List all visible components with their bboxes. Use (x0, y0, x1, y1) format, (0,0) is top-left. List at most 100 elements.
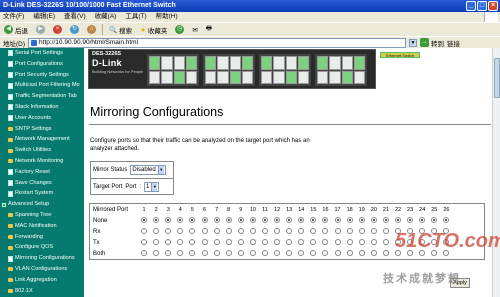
sidebar-item[interactable]: Link Aggregation (0, 275, 84, 286)
mirror-mode-radio[interactable] (249, 238, 256, 245)
mirror-mode-radio[interactable] (189, 227, 196, 234)
menu-edit[interactable]: 编辑(E) (33, 12, 55, 22)
mirror-mode-radio[interactable] (443, 227, 450, 234)
mirror-mode-radio[interactable] (382, 216, 389, 223)
mirror-mode-radio[interactable] (153, 238, 160, 245)
target-port-select[interactable]: 1 ▼ (144, 181, 160, 192)
mirror-mode-radio[interactable] (237, 227, 244, 234)
mirror-mode-radio[interactable] (395, 216, 402, 223)
mirror-mode-radio[interactable] (407, 249, 414, 256)
sidebar-item[interactable]: − Advanced Setup (0, 199, 84, 210)
mirror-mode-radio[interactable] (298, 216, 305, 223)
mirror-mode-radio[interactable] (189, 238, 196, 245)
mirror-mode-radio[interactable] (225, 227, 232, 234)
home-button[interactable]: ⌂ (85, 24, 98, 36)
sidebar-item[interactable]: Switch Utilities (0, 145, 84, 156)
sidebar-item[interactable]: Port Configurations (0, 59, 84, 70)
sidebar-item[interactable]: 802.1X (0, 286, 84, 297)
mirror-mode-radio[interactable] (419, 238, 426, 245)
mirror-mode-radio[interactable] (358, 238, 365, 245)
mirror-mode-radio[interactable] (395, 227, 402, 234)
mirror-mode-radio[interactable] (286, 249, 293, 256)
mirror-mode-radio[interactable] (225, 238, 232, 245)
mirror-mode-radio[interactable] (431, 216, 438, 223)
menu-favorites[interactable]: 收藏(A) (95, 12, 117, 22)
mirror-mode-radio[interactable] (201, 216, 208, 223)
menu-view[interactable]: 查看(V) (64, 12, 86, 22)
sidebar-item[interactable]: Restart System (0, 188, 84, 199)
mirror-mode-radio[interactable] (395, 238, 402, 245)
mirror-mode-radio[interactable] (165, 216, 172, 223)
mirror-mode-radio[interactable] (213, 227, 220, 234)
mirror-mode-radio[interactable] (419, 227, 426, 234)
address-input[interactable]: http://10.90.90.90/html/Smain.html (28, 37, 407, 48)
mirror-mode-radio[interactable] (322, 249, 329, 256)
menu-help[interactable]: 帮助(H) (156, 12, 178, 22)
mirror-mode-radio[interactable] (382, 227, 389, 234)
sidebar-item[interactable]: User Accounts (0, 113, 84, 124)
sidebar-item[interactable]: Multicast Port Filtering Mo (0, 80, 84, 91)
close-button[interactable]: × (488, 1, 498, 11)
mirror-mode-radio[interactable] (274, 216, 281, 223)
mirror-mode-radio[interactable] (177, 216, 184, 223)
history-button[interactable]: ◷ (173, 24, 186, 36)
mirror-mode-radio[interactable] (177, 227, 184, 234)
mirror-mode-radio[interactable] (407, 216, 414, 223)
go-button[interactable]: → 转到 (420, 38, 444, 48)
mirror-mode-radio[interactable] (141, 227, 148, 234)
mirror-mode-radio[interactable] (370, 249, 377, 256)
mirror-mode-radio[interactable] (443, 238, 450, 245)
mirror-mode-radio[interactable] (153, 216, 160, 223)
mirror-mode-radio[interactable] (141, 238, 148, 245)
sidebar-item[interactable]: Traffic Segmentation Tab (0, 91, 84, 102)
mirror-mode-radio[interactable] (382, 238, 389, 245)
mirror-mode-radio[interactable] (213, 216, 220, 223)
mirror-mode-radio[interactable] (274, 227, 281, 234)
mirror-mode-radio[interactable] (237, 216, 244, 223)
search-button[interactable]: 🔍 搜索 (107, 24, 134, 36)
mirror-mode-radio[interactable] (346, 227, 353, 234)
back-button[interactable]: ◀ 后退 (2, 24, 30, 36)
sidebar-item[interactable]: Mirroring Configurations (0, 253, 84, 264)
mirror-mode-radio[interactable] (443, 216, 450, 223)
mirror-mode-radio[interactable] (261, 249, 268, 256)
mirror-mode-radio[interactable] (419, 249, 426, 256)
mirror-mode-radio[interactable] (322, 216, 329, 223)
sidebar-item[interactable]: VLAN Configurations (0, 264, 84, 275)
mirror-mode-radio[interactable] (165, 249, 172, 256)
sidebar-item[interactable]: SNTP Settings (0, 124, 84, 135)
mirror-mode-radio[interactable] (298, 238, 305, 245)
mirror-mode-radio[interactable] (153, 227, 160, 234)
minimize-button[interactable]: _ (466, 1, 476, 11)
mirror-mode-radio[interactable] (298, 227, 305, 234)
mirror-mode-radio[interactable] (201, 227, 208, 234)
mirror-mode-radio[interactable] (334, 238, 341, 245)
favorites-button[interactable]: ★ 收藏夹 (138, 24, 169, 36)
mirror-mode-radio[interactable] (382, 249, 389, 256)
mirror-mode-radio[interactable] (358, 227, 365, 234)
mirror-mode-radio[interactable] (177, 238, 184, 245)
address-dropdown-icon[interactable]: ▼ (409, 38, 418, 47)
mirror-mode-radio[interactable] (407, 227, 414, 234)
mirror-mode-radio[interactable] (310, 249, 317, 256)
scroll-thumb[interactable] (494, 58, 500, 98)
apply-button[interactable]: Apply (450, 278, 470, 288)
mail-button[interactable]: ✉ (190, 24, 199, 36)
mirror-mode-radio[interactable] (213, 238, 220, 245)
mirror-mode-radio[interactable] (346, 216, 353, 223)
mirror-mode-radio[interactable] (249, 216, 256, 223)
mirror-mode-radio[interactable] (213, 249, 220, 256)
mirror-mode-radio[interactable] (201, 238, 208, 245)
mirror-mode-radio[interactable] (370, 216, 377, 223)
mirror-mode-radio[interactable] (431, 227, 438, 234)
mirror-mode-radio[interactable] (358, 216, 365, 223)
mirror-mode-radio[interactable] (261, 216, 268, 223)
mirror-mode-radio[interactable] (443, 249, 450, 256)
mirror-mode-radio[interactable] (407, 238, 414, 245)
mirror-mode-radio[interactable] (141, 216, 148, 223)
mirror-mode-radio[interactable] (370, 238, 377, 245)
mirror-mode-radio[interactable] (286, 238, 293, 245)
mirror-mode-radio[interactable] (370, 227, 377, 234)
mirror-status-select[interactable]: Disabled ▼ (130, 165, 166, 175)
mirror-mode-radio[interactable] (334, 249, 341, 256)
